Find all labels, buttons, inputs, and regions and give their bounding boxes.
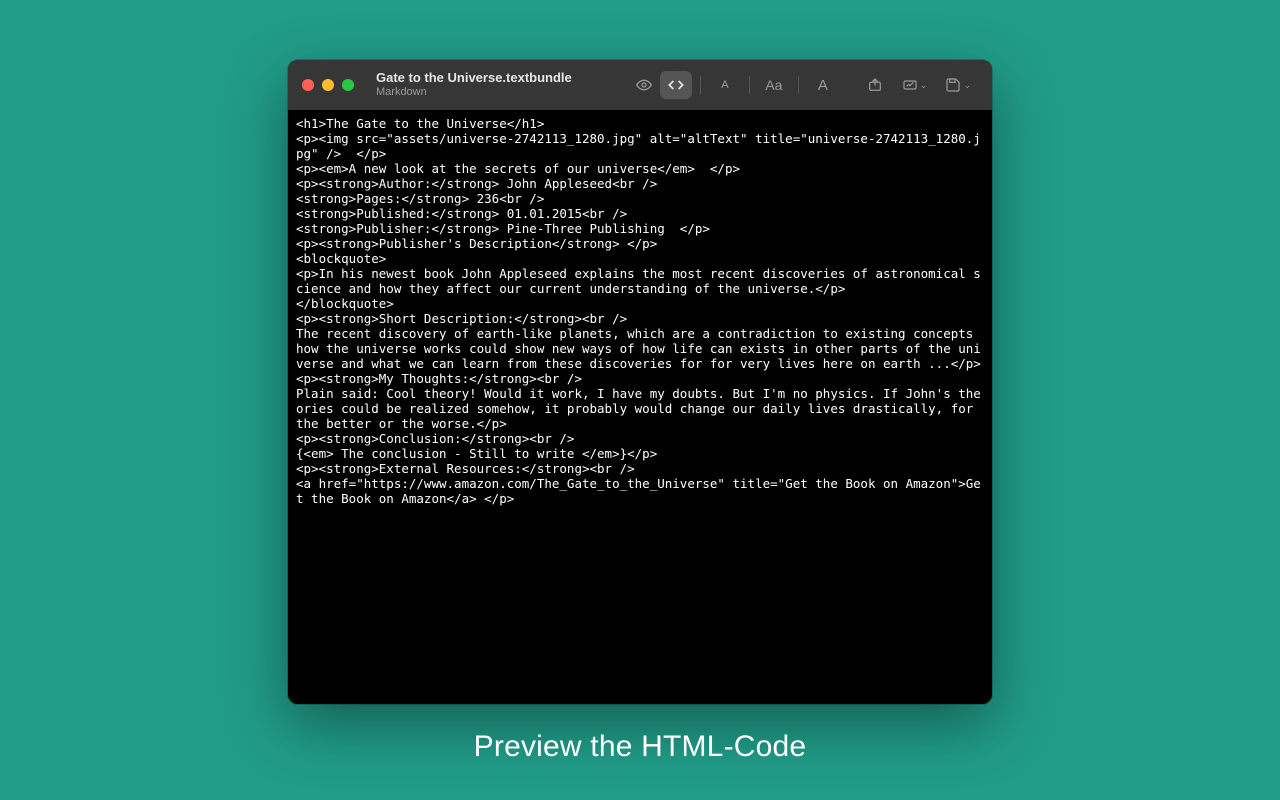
share-icon (867, 77, 883, 93)
export-icon (902, 77, 918, 93)
font-larger-button[interactable]: A (807, 71, 839, 99)
save-icon (945, 77, 961, 93)
title-block: Gate to the Universe.textbundle Markdown (376, 71, 572, 99)
window-title: Gate to the Universe.textbundle (376, 71, 572, 86)
close-button[interactable] (302, 79, 314, 91)
minimize-button[interactable] (322, 79, 334, 91)
separator (798, 76, 799, 94)
chevron-down-icon: ⌄ (920, 80, 928, 91)
app-window: Gate to the Universe.textbundle Markdown… (288, 60, 992, 704)
titlebar: Gate to the Universe.textbundle Markdown… (288, 60, 992, 110)
eye-icon (636, 77, 652, 93)
export-menu-button[interactable]: ⌄ (895, 71, 935, 99)
separator (749, 76, 750, 94)
chevron-down-icon: ⌄ (963, 80, 971, 91)
preview-mode-button[interactable] (628, 71, 660, 99)
code-mode-button[interactable] (660, 71, 692, 99)
toolbar: A Aa A ⌄ ⌄ (628, 71, 978, 99)
zoom-button[interactable] (342, 79, 354, 91)
separator (700, 76, 701, 94)
code-view[interactable]: <h1>The Gate to the Universe</h1> <p><im… (288, 110, 992, 704)
font-smaller-button[interactable]: A (709, 71, 741, 99)
view-mode-segment (628, 71, 692, 99)
code-icon (668, 77, 684, 93)
window-subtitle: Markdown (376, 86, 572, 99)
traffic-lights (302, 79, 354, 91)
caption: Preview the HTML-Code (474, 730, 807, 764)
font-family-button[interactable]: Aa (758, 71, 790, 99)
share-button[interactable] (859, 71, 891, 99)
save-menu-button[interactable]: ⌄ (938, 71, 978, 99)
